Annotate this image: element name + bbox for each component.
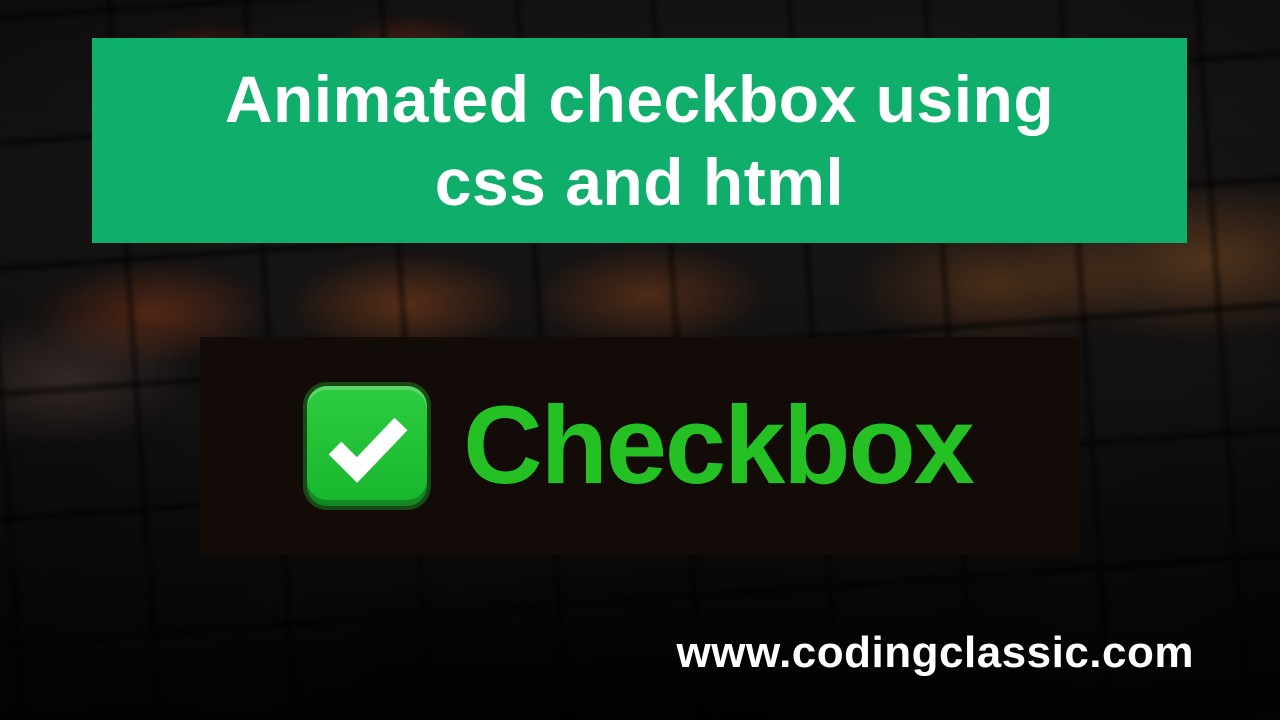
- checkbox-checked[interactable]: [307, 386, 427, 506]
- title-line-2: css and html: [435, 145, 844, 219]
- title-line-1: Animated checkbox using: [225, 62, 1054, 136]
- site-url: www.codingclassic.com: [677, 628, 1194, 678]
- checkbox-label: Checkbox: [463, 391, 973, 501]
- title-text: Animated checkbox using css and html: [225, 58, 1054, 223]
- title-banner: Animated checkbox using css and html: [92, 38, 1187, 243]
- thumbnail-stage: Animated checkbox using css and html Che…: [0, 0, 1280, 720]
- checkbox-demo-panel: Checkbox: [200, 337, 1080, 555]
- checkmark-icon: [307, 386, 427, 506]
